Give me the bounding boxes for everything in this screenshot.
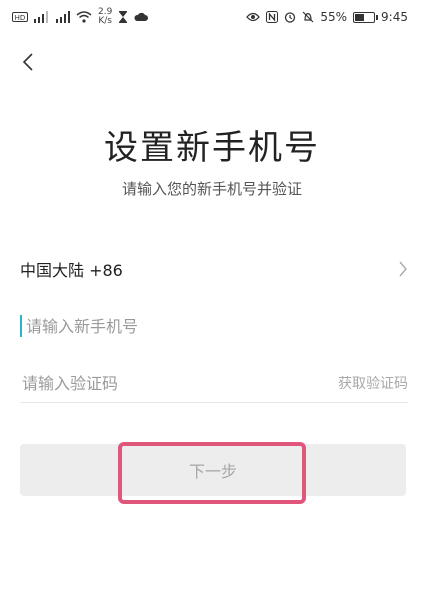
mute-icon	[302, 11, 314, 23]
code-field-row: 获取验证码	[20, 364, 408, 403]
next-step-label: 下一步	[188, 462, 237, 481]
get-code-button[interactable]: 获取验证码	[338, 373, 408, 393]
battery-level	[355, 13, 365, 21]
status-right: 55% 9:45	[246, 10, 408, 24]
phone-input[interactable]	[24, 315, 388, 337]
text-cursor	[20, 315, 22, 337]
battery-icon	[353, 11, 379, 23]
cloud-icon	[134, 12, 149, 21]
svg-text:HD: HD	[15, 14, 26, 22]
chevron-right-icon	[399, 261, 407, 277]
status-bar: HD 2.9 K/s 55% 9:45	[0, 0, 424, 34]
page-title: 设置新手机号	[104, 128, 320, 168]
page-subtitle: 请输入您的新手机号并验证	[121, 180, 302, 198]
alarm-icon	[285, 12, 296, 23]
back-button[interactable]	[16, 50, 40, 74]
region-label: 中国大陆 +86	[20, 261, 123, 280]
hd-icon: HD	[12, 12, 28, 22]
phone-field-row	[20, 308, 408, 344]
region-selector[interactable]: 中国大陆 +86	[20, 252, 408, 286]
nfc-icon	[266, 11, 279, 23]
eye-icon	[246, 12, 261, 22]
verification-code-input[interactable]	[20, 372, 264, 394]
signal-icon	[34, 11, 48, 23]
chevron-left-icon	[22, 53, 33, 71]
next-step-button[interactable]: 下一步	[20, 444, 406, 496]
signal-4g-icon	[56, 11, 70, 23]
battery-percent: 55%	[320, 10, 348, 24]
net-speed-unit: K/s	[98, 16, 112, 26]
clock: 9:45	[381, 10, 408, 24]
status-left: HD 2.9 K/s	[12, 8, 149, 26]
net-speed: 2.9 K/s	[98, 8, 112, 26]
hourglass-icon	[119, 11, 128, 23]
wifi-icon	[76, 11, 92, 23]
